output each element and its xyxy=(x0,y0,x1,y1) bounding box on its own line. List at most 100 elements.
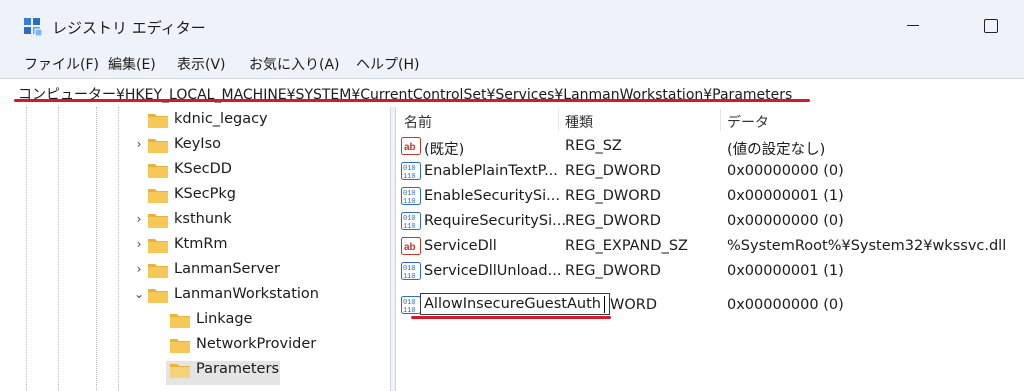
value-row-editing[interactable]: 010 110 WORD 0x00000000 (0) AllowInsecure… xyxy=(396,293,1024,318)
value-name: (既定) xyxy=(424,142,465,158)
chevron-right-icon[interactable]: › xyxy=(132,212,146,226)
tree-guide-line xyxy=(96,107,97,391)
folder-icon xyxy=(148,114,168,128)
column-header-name[interactable]: 名前 xyxy=(404,112,432,132)
svg-text:010: 010 xyxy=(403,165,416,173)
tree-expander[interactable] xyxy=(154,312,168,326)
chevron-down-icon[interactable]: ⌄ xyxy=(132,287,146,301)
values-list-pane[interactable]: 名前 種類 データ ab (既定) REG_SZ (値の設定なし) 010 110… xyxy=(396,107,1024,391)
tree-item-label: kdnic_legacy xyxy=(174,111,268,127)
tree-item-label: NetworkProvider xyxy=(196,336,317,352)
svg-text:ab: ab xyxy=(404,242,416,253)
menu-bar: ファイル(F) 編集(E) 表示(V) お気に入り(A) ヘルプ(H) xyxy=(0,46,1024,78)
value-name: EnableSecuritySi... xyxy=(424,188,560,204)
value-data: 0x00000000 (0) xyxy=(727,213,844,229)
folder-icon xyxy=(148,164,168,178)
tree-item-label: KeyIso xyxy=(174,136,221,152)
folder-open-icon xyxy=(170,364,190,378)
column-header-type[interactable]: 種類 xyxy=(565,112,593,132)
value-row[interactable]: 010 110 EnablePlainTextP... REG_DWORD 0x0… xyxy=(396,159,1024,184)
title-bar: レジストリ エディター xyxy=(0,0,1024,46)
value-data: (値の設定なし) xyxy=(727,142,826,158)
maximize-button[interactable] xyxy=(968,10,1014,40)
value-data: 0x00000001 (1) xyxy=(727,263,844,279)
string-value-icon: ab xyxy=(401,137,421,155)
rename-input-text[interactable]: AllowInsecureGuestAuth xyxy=(424,296,601,312)
tree-expander[interactable] xyxy=(132,187,146,201)
rename-input[interactable]: AllowInsecureGuestAuth xyxy=(420,293,610,315)
address-highlight-underline xyxy=(14,99,810,102)
folder-icon xyxy=(148,214,168,228)
column-divider[interactable] xyxy=(558,109,559,131)
value-name: RequireSecuritySi... xyxy=(424,213,566,229)
name-highlight-underline xyxy=(411,316,611,319)
key-tree-pane[interactable]: kdnic_legacy › KeyIso KSecDD KSecPkg › k… xyxy=(0,107,390,391)
value-type: REG_SZ xyxy=(565,138,622,154)
tree-item-label: Parameters xyxy=(196,361,279,377)
chevron-right-icon[interactable]: › xyxy=(132,237,146,251)
tree-item-label: Linkage xyxy=(196,311,253,327)
folder-icon xyxy=(148,264,168,278)
svg-text:010: 010 xyxy=(403,190,416,198)
value-type: REG_DWORD xyxy=(565,163,661,179)
binary-value-icon: 010110 xyxy=(401,187,421,205)
value-row[interactable]: 010 110 EnableSecuritySi... REG_DWORD 0x0… xyxy=(396,184,1024,209)
menu-file[interactable]: ファイル(F) xyxy=(24,54,99,74)
svg-text:010: 010 xyxy=(403,265,416,273)
value-data: 0x00000001 (1) xyxy=(727,188,844,204)
svg-text:ab: ab xyxy=(404,142,416,153)
tree-expander[interactable] xyxy=(132,162,146,176)
tree-item-label: LanmanWorkstation xyxy=(174,286,319,302)
tree-item-label: ksthunk xyxy=(174,211,232,227)
minimize-button[interactable] xyxy=(890,10,936,40)
value-data: %SystemRoot%¥System32¥wkssvc.dll xyxy=(727,238,1007,254)
binary-value-icon: 010110 xyxy=(401,296,421,314)
value-row[interactable]: 010 110 ServiceDllUnload... REG_DWORD 0x0… xyxy=(396,259,1024,284)
folder-icon xyxy=(148,189,168,203)
value-row[interactable]: 010 110 RequireSecuritySi... REG_DWORD 0x… xyxy=(396,209,1024,234)
window-title: レジストリ エディター xyxy=(52,19,206,37)
chevron-right-icon[interactable]: › xyxy=(132,262,146,276)
column-divider[interactable] xyxy=(720,109,721,131)
value-type: REG_DWORD xyxy=(565,263,661,279)
svg-text:110: 110 xyxy=(403,223,416,230)
tree-item-label: KSecPkg xyxy=(174,186,236,202)
folder-icon xyxy=(170,314,190,328)
value-type: REG_EXPAND_SZ xyxy=(565,238,688,254)
menu-favorites[interactable]: お気に入り(A) xyxy=(249,54,340,74)
svg-text:110: 110 xyxy=(403,198,416,205)
value-type: REG_DWORD xyxy=(565,213,661,229)
column-header-data[interactable]: データ xyxy=(727,112,769,132)
tree-expander[interactable] xyxy=(154,337,168,351)
string-value-icon: ab xyxy=(401,237,421,255)
menu-edit[interactable]: 編集(E) xyxy=(108,54,156,74)
tree-guide-line xyxy=(118,107,119,391)
address-bar[interactable]: コンピューター¥HKEY_LOCAL_MACHINE¥SYSTEM¥Curren… xyxy=(0,78,1024,108)
value-row[interactable]: ab ServiceDll REG_EXPAND_SZ %SystemRoot%… xyxy=(396,234,1024,259)
value-row[interactable]: ab (既定) REG_SZ (値の設定なし) xyxy=(396,134,1024,159)
binary-value-icon: 010110 xyxy=(401,212,421,230)
tree-expander[interactable] xyxy=(132,112,146,126)
value-type: REG_DWORD xyxy=(565,188,661,204)
svg-text:110: 110 xyxy=(403,273,416,280)
tree-item-label: KtmRm xyxy=(174,236,228,252)
folder-icon xyxy=(170,339,190,353)
chevron-right-icon[interactable]: › xyxy=(132,137,146,151)
tree-item-label: LanmanServer xyxy=(174,261,280,277)
folder-icon xyxy=(148,239,168,253)
value-data: 0x00000000 (0) xyxy=(727,163,844,179)
folder-icon xyxy=(148,139,168,153)
folder-icon xyxy=(148,289,168,303)
tree-expander[interactable] xyxy=(154,362,168,376)
tree-item-label: KSecDD xyxy=(174,161,232,177)
text-caret xyxy=(604,296,605,313)
svg-text:110: 110 xyxy=(403,173,416,180)
tree-guide-line xyxy=(58,107,59,391)
value-name: ServiceDll xyxy=(424,238,497,254)
menu-view[interactable]: 表示(V) xyxy=(177,54,226,74)
menu-help[interactable]: ヘルプ(H) xyxy=(356,54,419,74)
tree-guide-line xyxy=(26,107,27,391)
value-type: WORD xyxy=(610,297,657,313)
binary-value-icon: 010110 xyxy=(401,262,421,280)
registry-editor-icon xyxy=(24,18,42,36)
